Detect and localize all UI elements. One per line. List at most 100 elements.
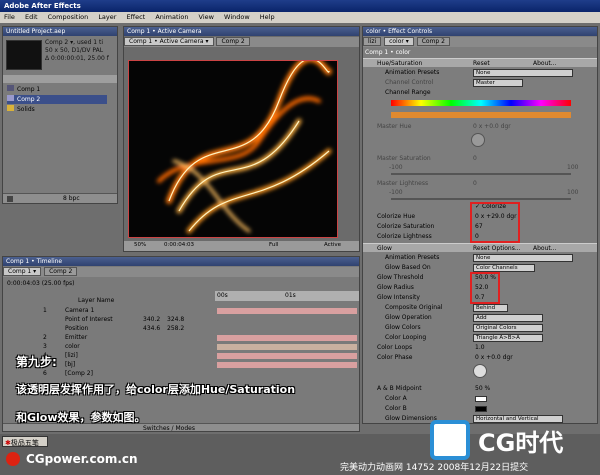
glow-dimensions-select[interactable]: Horizontal and Vertical	[473, 415, 563, 423]
layer-bar[interactable]	[217, 344, 357, 350]
menu-edit[interactable]: Edit	[21, 12, 42, 22]
tab-timeline-comp2[interactable]: Comp 2	[44, 267, 78, 276]
project-info-line: Comp 2 ▾, used 1 ti	[45, 39, 104, 46]
menu-file[interactable]: File	[0, 12, 19, 22]
color-loops-value[interactable]: 1.0	[475, 344, 485, 351]
master-sat-slider[interactable]	[391, 173, 571, 175]
menu-view[interactable]: View	[195, 12, 218, 22]
glow-colors-label: Glow Colors	[385, 324, 421, 331]
hue-sat-reset[interactable]: Reset	[473, 60, 490, 67]
viewer-timecode[interactable]: 0:00:04:03	[164, 242, 194, 248]
glow-header[interactable]: Glow Reset Options... About...	[363, 243, 597, 252]
bpc-label[interactable]: 8 bpc	[63, 195, 80, 202]
midpoint-value[interactable]: 50 %	[475, 385, 490, 392]
tab-lizi[interactable]: lizi	[363, 37, 382, 46]
switches-modes-toggle[interactable]: Switches / Modes	[143, 425, 195, 431]
glow-streaks-image	[157, 61, 332, 234]
highlight-box-glow	[470, 272, 500, 304]
menu-effect[interactable]: Effect	[123, 12, 150, 22]
step-title: 第九步:	[16, 355, 57, 369]
hue-sat-about[interactable]: About...	[533, 60, 556, 67]
table-row[interactable]: 3 color	[43, 343, 213, 352]
hue-anim-presets-select[interactable]: None	[473, 69, 573, 77]
colorize-hue-label: Colorize Hue	[377, 213, 416, 220]
timeline-panel: Comp 1 • Timeline Comp 1 ▾ Comp 2 0:00:0…	[2, 256, 360, 432]
zoom-select[interactable]: 50%	[134, 242, 146, 248]
tab-timeline-comp1[interactable]: Comp 1 ▾	[3, 267, 42, 276]
table-row[interactable]: 6 [Comp 2]	[43, 370, 213, 379]
tab-comp2[interactable]: Comp 2	[416, 37, 450, 46]
menu-layer[interactable]: Layer	[94, 12, 120, 22]
color-looping-select[interactable]: Triangle A>B>A	[473, 334, 543, 342]
site-name: CGpower.com.cn	[26, 452, 138, 466]
glow-based-on-select[interactable]: Color Channels	[473, 264, 535, 272]
trash-icon[interactable]	[7, 196, 13, 202]
layer-name-column-header[interactable]: Layer Name	[78, 297, 114, 306]
table-row[interactable]: 4 [lizi]	[43, 352, 213, 361]
app-title-bar: Adobe After Effects	[0, 0, 600, 12]
channel-control-select[interactable]: Master	[473, 79, 523, 87]
color-looping-label: Color Looping	[385, 334, 427, 341]
camera-select[interactable]: Active	[324, 242, 341, 248]
composite-select[interactable]: Behind	[473, 304, 508, 312]
scale-max: 100	[567, 189, 579, 196]
glow-about[interactable]: About...	[533, 245, 556, 252]
composite-label: Composite Original	[385, 304, 443, 311]
table-row[interactable]: Position 434.6 258.2	[43, 325, 213, 334]
color-phase-value[interactable]: 0 x +0.0 dgr	[475, 354, 513, 361]
effect-controls-title: color • Effect Controls	[363, 27, 597, 36]
highlight-box-colorize	[470, 202, 520, 243]
layer-bar[interactable]	[217, 362, 357, 368]
table-row[interactable]: 5 [bj]	[43, 361, 213, 370]
layer-path: Comp 1 • color	[365, 49, 411, 56]
layer-bar[interactable]	[217, 308, 357, 314]
master-light-slider[interactable]	[391, 198, 571, 200]
timeline-ruler[interactable]: 00s 01s	[215, 291, 359, 301]
colorize-light-label: Colorize Lightness	[377, 233, 432, 240]
menu-composition[interactable]: Composition	[44, 12, 93, 22]
viewer-canvas[interactable]	[128, 60, 338, 238]
hue-sat-header[interactable]: Hue/Saturation Reset About...	[363, 58, 597, 67]
project-thumbnail	[6, 40, 42, 70]
glow-based-on-label: Glow Based On	[385, 264, 431, 271]
table-row[interactable]: Point of Interest 340.2 324.8	[43, 316, 213, 325]
table-row[interactable]: 1 Camera 1	[43, 307, 213, 316]
menu-animation[interactable]: Animation	[151, 12, 192, 22]
table-row[interactable]: 2 Emitter	[43, 334, 213, 343]
color-phase-dial[interactable]	[473, 364, 487, 378]
project-item-comp1[interactable]: Comp 1	[7, 85, 117, 94]
channel-range-spectrum[interactable]	[391, 100, 571, 106]
glow-intensity-label: Glow Intensity	[377, 294, 420, 301]
ime-badge: ✱极品五笔	[2, 436, 48, 447]
project-item-comp2[interactable]: Comp 2	[7, 95, 107, 104]
color-phase-label: Color Phase	[377, 354, 413, 361]
master-sat-value[interactable]: 0	[473, 155, 477, 162]
color-a-swatch[interactable]	[475, 396, 487, 402]
glow-dimensions-label: Glow Dimensions	[385, 415, 437, 422]
timeline-timecode[interactable]: 0:00:04:03 (25.00 fps)	[7, 280, 75, 289]
tab-comp2[interactable]: Comp 2	[216, 37, 250, 46]
master-light-value[interactable]: 0	[473, 180, 477, 187]
glow-reset[interactable]: Reset Options...	[473, 245, 521, 252]
master-light-label: Master Lightness	[377, 180, 429, 187]
glow-anim-presets-select[interactable]: None	[473, 254, 573, 262]
colorize-sat-label: Colorize Saturation	[377, 223, 435, 230]
menu-window[interactable]: Window	[220, 12, 254, 22]
glow-threshold-label: Glow Threshold	[377, 274, 424, 281]
master-hue-value[interactable]: 0 x +0.0 dgr	[473, 123, 511, 130]
app-title: Adobe After Effects	[4, 2, 81, 10]
menu-help[interactable]: Help	[256, 12, 279, 22]
master-hue-dial[interactable]	[471, 133, 485, 147]
scale-min: -100	[389, 189, 403, 196]
glow-operation-select[interactable]: Add	[473, 314, 543, 322]
timeline-title: Comp 1 • Timeline	[3, 257, 359, 266]
project-item-solids[interactable]: Solids	[7, 105, 117, 114]
tab-comp1-camera[interactable]: Comp 1 • Active Camera ▾	[124, 37, 214, 46]
color-b-swatch[interactable]	[475, 406, 487, 412]
tab-color[interactable]: color ▾	[384, 37, 414, 46]
layer-bar[interactable]	[217, 335, 357, 341]
layer-bar[interactable]	[217, 353, 357, 359]
ruler-tick: 00s	[217, 292, 228, 299]
glow-colors-select[interactable]: Original Colors	[473, 324, 543, 332]
resolution-select[interactable]: Full	[269, 242, 278, 248]
